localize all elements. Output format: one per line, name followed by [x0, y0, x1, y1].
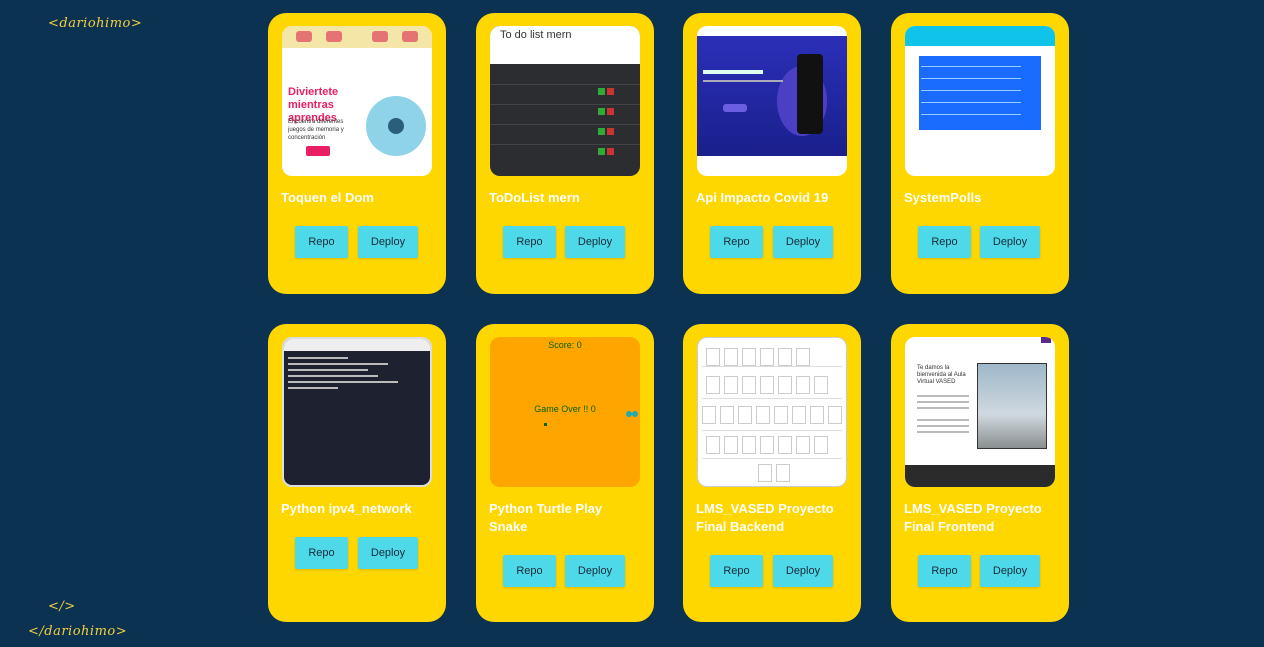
project-thumbnail: Score: 0 Game Over !! 0 — [490, 337, 640, 487]
project-title: LMS_VASED Proyecto Final Frontend — [904, 501, 1042, 534]
project-title: Toquen el Dom — [281, 190, 374, 205]
project-card: Score: 0 Game Over !! 0 Python Turtle Pl… — [476, 324, 654, 622]
brand-close-tag: </> — [48, 599, 76, 614]
brand-close-brand: </dariohimo> — [28, 624, 128, 639]
project-thumbnail — [697, 337, 847, 487]
repo-button[interactable]: Repo — [503, 555, 556, 587]
project-thumbnail — [697, 26, 847, 176]
project-thumbnail: Te damos la bienvenida al Aula Virtual V… — [905, 337, 1055, 487]
project-title: Python ipv4_network — [281, 501, 412, 516]
deploy-button[interactable]: Deploy — [980, 226, 1040, 258]
brand-open-tag: <dariohimo> — [48, 16, 143, 31]
project-card: SystemPolls Repo Deploy — [891, 13, 1069, 294]
deploy-button[interactable]: Deploy — [773, 226, 833, 258]
project-title: LMS_VASED Proyecto Final Backend — [696, 501, 834, 534]
deploy-button[interactable]: Deploy — [773, 555, 833, 587]
repo-button[interactable]: Repo — [918, 226, 971, 258]
deploy-button[interactable]: Deploy — [565, 226, 625, 258]
repo-button[interactable]: Repo — [918, 555, 971, 587]
deploy-button[interactable]: Deploy — [358, 537, 418, 569]
project-thumbnail — [905, 26, 1055, 176]
deploy-button[interactable]: Deploy — [358, 226, 418, 258]
thumbnail-text: Encuentra diferentes juegos de memoria y… — [288, 119, 344, 141]
project-title: SystemPolls — [904, 190, 982, 205]
repo-button[interactable]: Repo — [710, 226, 763, 258]
project-card: LMS_VASED Proyecto Final Backend Repo De… — [683, 324, 861, 622]
project-thumbnail: Diviertete mientras aprendes Encuentra d… — [282, 26, 432, 176]
project-title: ToDoList mern — [489, 190, 580, 205]
project-card: Te damos la bienvenida al Aula Virtual V… — [891, 324, 1069, 622]
thumbnail-heading: To do list mern — [500, 29, 572, 41]
project-card: Diviertete mientras aprendes Encuentra d… — [268, 13, 446, 294]
deploy-button[interactable]: Deploy — [980, 555, 1040, 587]
project-thumbnail: To do list mern — [490, 26, 640, 176]
repo-button[interactable]: Repo — [295, 226, 348, 258]
project-title: Python Turtle Play Snake — [489, 501, 603, 534]
deploy-button[interactable]: Deploy — [565, 555, 625, 587]
project-card: Python ipv4_network Repo Deploy — [268, 324, 446, 622]
project-thumbnail — [282, 337, 432, 487]
thumbnail-heading: Te damos la bienvenida al Aula Virtual V… — [917, 365, 966, 385]
project-card: Api Impacto Covid 19 Repo Deploy — [683, 13, 861, 294]
repo-button[interactable]: Repo — [710, 555, 763, 587]
repo-button[interactable]: Repo — [503, 226, 556, 258]
project-card: To do list mern ToDoList mern Repo Deplo… — [476, 13, 654, 294]
thumbnail-gameover: Game Over !! 0 — [534, 404, 596, 414]
thumbnail-score: Score: 0 — [548, 340, 582, 350]
project-title: Api Impacto Covid 19 — [696, 190, 829, 205]
repo-button[interactable]: Repo — [295, 537, 348, 569]
